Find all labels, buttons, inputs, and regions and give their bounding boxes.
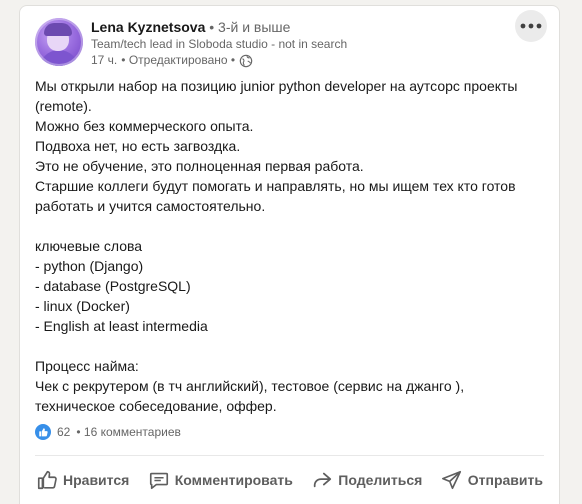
action-bar: Нравится Комментировать Поделиться Отпра… [28,462,551,498]
edited-label: • Отредактировано • [121,53,236,67]
post-line: Старшие коллеги будут помогать и направл… [35,178,516,194]
comment-label: Комментировать [174,472,293,488]
send-button[interactable]: Отправить [433,463,551,497]
post-line: (remote). [35,98,92,114]
like-reaction-icon[interactable] [35,424,51,440]
thumbs-up-icon [37,470,57,490]
post-line: Чек с рекрутером (в тч английский), тест… [35,378,465,394]
comment-count[interactable]: • 16 комментариев [76,425,181,439]
connection-degree: • 3-й и выше [209,19,291,35]
share-label: Поделиться [338,472,423,488]
ellipsis-icon [520,23,542,29]
post-time[interactable]: 17 ч. [91,53,117,68]
post-header: Lena Kyznetsova • 3-й и выше Team/tech l… [20,6,559,76]
globe-icon [239,54,253,68]
post-line [35,336,545,356]
post-line: Мы открыли набор на позицию junior pytho… [35,78,518,94]
reaction-count[interactable]: 62 [57,425,70,439]
post-line: - English at least intermedia [35,318,208,334]
share-button[interactable]: Поделиться [303,463,430,497]
send-label: Отправить [467,472,543,488]
like-label: Нравится [63,472,130,488]
post-line: - database (PostgreSQL) [35,278,191,294]
post-meta: 17 ч. • Отредактировано • [91,53,253,68]
social-counts: 62 • 16 комментариев [35,424,181,440]
post-line: Подвоха нет, но есть загвоздка. [35,138,241,154]
post-line: - python (Django) [35,258,144,274]
post-line: Можно без коммерческого опыта. [35,118,254,134]
post-line: техническое собеседование, оффер. [35,398,277,414]
paper-plane-icon [441,470,461,490]
comment-button[interactable]: Комментировать [140,463,301,497]
post-line: работать и учится самостоятельно. [35,198,266,214]
author-line: Lena Kyznetsova • 3-й и выше [91,18,290,36]
comment-icon [149,472,168,490]
author-avatar[interactable] [35,18,83,66]
post-line [35,216,545,236]
post-card: Lena Kyznetsova • 3-й и выше Team/tech l… [19,5,560,504]
author-headline: Team/tech lead in Sloboda studio - not i… [91,37,348,51]
post-text: Мы открыли набор на позицию junior pytho… [35,76,545,416]
like-button[interactable]: Нравится [28,463,137,497]
post-line: Это не обучение, это полноценная первая … [35,158,364,174]
divider [35,455,544,456]
author-name[interactable]: Lena Kyznetsova [91,19,205,35]
share-arrow-icon [314,472,332,488]
post-line: Процесс найма: [35,358,139,374]
post-line: - linux (Docker) [35,298,130,314]
more-options-button[interactable] [515,10,547,42]
post-line: ключевые слова [35,238,143,254]
